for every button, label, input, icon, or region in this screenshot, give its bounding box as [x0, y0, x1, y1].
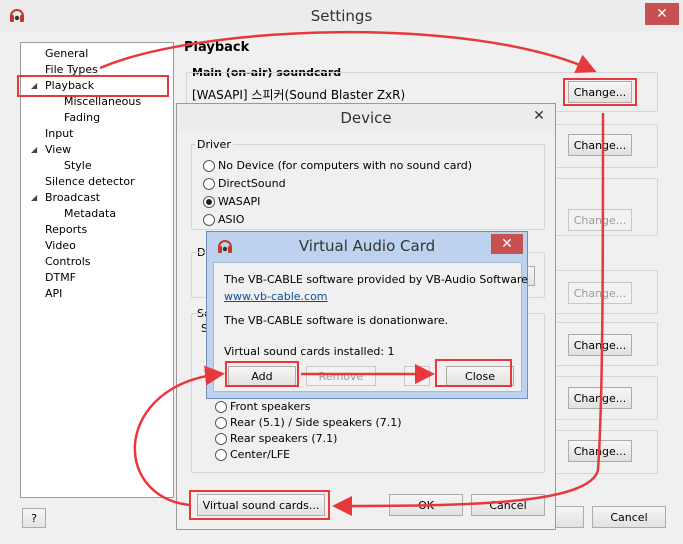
headphones-icon	[8, 6, 26, 24]
device-title: Device	[340, 109, 392, 127]
button-label: Change...	[573, 444, 627, 458]
close-icon: ✕	[656, 6, 668, 22]
tree-item-playback[interactable]: Playback	[45, 79, 94, 92]
device-close-button[interactable]: ✕	[527, 106, 551, 126]
vac-title: Virtual Audio Card	[298, 237, 436, 255]
tree-item-metadata[interactable]: Metadata	[64, 207, 116, 220]
radio-icon	[215, 416, 227, 429]
change-button-5[interactable]: Change...	[568, 334, 632, 356]
radio-icon	[215, 448, 227, 461]
settings-tree: General File Types ◢ Playback Miscellane…	[20, 42, 174, 498]
tree-item-fading[interactable]: Fading	[64, 111, 100, 124]
tree-item-dtmf[interactable]: DTMF	[45, 271, 76, 284]
button-label: Change...	[573, 286, 627, 300]
vac-remove-button[interactable]: Remove	[306, 366, 376, 386]
button-label: Change...	[573, 138, 627, 152]
button-label: Change...	[573, 213, 627, 227]
radio-label: Center/LFE	[230, 448, 291, 461]
driver-option-asio[interactable]: ASIO	[203, 213, 244, 226]
vac-help-button[interactable]: ?	[404, 366, 430, 386]
settings-help-button[interactable]: ?	[22, 508, 46, 528]
tree-item-api[interactable]: API	[45, 287, 62, 300]
tree-item-general[interactable]: General	[45, 47, 88, 60]
tree-item-silence-detector[interactable]: Silence detector	[45, 175, 135, 188]
vac-text-line1: The VB-CABLE software provided by VB-Aud…	[224, 273, 528, 286]
vac-installed-count: Virtual sound cards installed: 1	[224, 345, 395, 358]
radio-label: Rear speakers (7.1)	[230, 432, 338, 445]
change-button-2[interactable]: Change...	[568, 134, 632, 156]
change-button-4[interactable]: Change...	[568, 282, 632, 304]
settings-titlebar: Settings	[0, 0, 683, 32]
tree-item-broadcast[interactable]: Broadcast	[45, 191, 100, 204]
tree-item-view[interactable]: View	[45, 143, 71, 156]
settings-cancel-button[interactable]: Cancel	[592, 506, 666, 528]
button-label: Remove	[318, 369, 364, 383]
virtual-sound-cards-button[interactable]: Virtual sound cards...	[197, 494, 325, 516]
section-title: Playback	[184, 40, 250, 55]
radio-icon	[203, 159, 215, 172]
tree-item-reports[interactable]: Reports	[45, 223, 87, 236]
button-label: Change...	[573, 391, 627, 405]
headphones-icon	[216, 237, 234, 255]
change-button-3[interactable]: Change...	[568, 209, 632, 231]
radio-label: WASAPI	[218, 195, 261, 208]
radio-icon	[203, 213, 215, 226]
vac-body: The VB-CABLE software provided by VB-Aud…	[213, 262, 528, 392]
button-label: Change...	[573, 85, 627, 99]
close-icon: ✕	[533, 108, 545, 124]
change-button-main[interactable]: Change...	[568, 81, 632, 103]
vac-add-button[interactable]: Add	[228, 366, 296, 386]
button-label: ?	[414, 369, 420, 383]
expand-icon[interactable]: ◢	[31, 145, 37, 154]
radio-selected-icon	[203, 195, 215, 208]
radio-label: ASIO	[218, 213, 245, 226]
button-label: Change...	[573, 338, 627, 352]
close-icon: ✕	[501, 236, 513, 252]
expand-icon[interactable]: ◢	[31, 81, 37, 90]
driver-option-directsound[interactable]: DirectSound	[203, 177, 286, 190]
main-soundcard-value: [WASAPI] 스피커(Sound Blaster ZxR)	[192, 88, 406, 102]
radio-icon	[215, 400, 227, 413]
radio-icon	[215, 432, 227, 445]
vac-titlebar: Virtual Audio Card	[207, 232, 527, 260]
button-label: Close	[465, 369, 495, 383]
speaker-center-lfe[interactable]: Center/LFE	[215, 448, 290, 461]
speaker-front[interactable]: Front speakers	[215, 400, 311, 413]
tree-item-style[interactable]: Style	[64, 159, 92, 172]
radio-label: Front speakers	[230, 400, 311, 413]
button-label: Cancel	[610, 510, 648, 524]
tree-item-file-types[interactable]: File Types	[45, 63, 98, 76]
change-button-6[interactable]: Change...	[568, 387, 632, 409]
vac-text-line2: The VB-CABLE software is donationware.	[224, 314, 449, 327]
settings-close-button[interactable]: ✕	[645, 3, 679, 25]
device-titlebar: Device	[177, 104, 555, 132]
vac-close-button[interactable]: Close	[446, 366, 514, 386]
expand-icon[interactable]: ◢	[31, 193, 37, 202]
radio-icon	[203, 177, 215, 190]
device-cancel-button[interactable]: Cancel	[471, 494, 545, 516]
vac-dialog: Virtual Audio Card ✕ The VB-CABLE softwa…	[206, 231, 528, 399]
driver-option-no-device[interactable]: No Device (for computers with no sound c…	[203, 159, 472, 172]
speaker-rear[interactable]: Rear speakers (7.1)	[215, 432, 337, 445]
driver-label: Driver	[195, 138, 233, 151]
tree-item-video[interactable]: Video	[45, 239, 76, 252]
speaker-rear-side[interactable]: Rear (5.1) / Side speakers (7.1)	[215, 416, 402, 429]
button-label: Virtual sound cards...	[202, 498, 320, 512]
driver-option-wasapi[interactable]: WASAPI	[203, 195, 260, 208]
vac-link[interactable]: www.vb-cable.com	[224, 290, 328, 303]
device-ok-button[interactable]: OK	[389, 494, 463, 516]
tree-item-input[interactable]: Input	[45, 127, 73, 140]
change-button-7[interactable]: Change...	[568, 440, 632, 462]
button-label: OK	[418, 498, 434, 512]
tree-item-controls[interactable]: Controls	[45, 255, 91, 268]
radio-label: Rear (5.1) / Side speakers (7.1)	[230, 416, 402, 429]
settings-title: Settings	[310, 7, 373, 25]
help-label: ?	[31, 511, 37, 525]
radio-label: DirectSound	[218, 177, 286, 190]
button-label: Add	[251, 369, 273, 383]
vac-close-x-button[interactable]: ✕	[491, 234, 523, 254]
button-label: Cancel	[489, 498, 527, 512]
radio-label: No Device (for computers with no sound c…	[218, 159, 473, 172]
tree-item-miscellaneous[interactable]: Miscellaneous	[64, 95, 141, 108]
